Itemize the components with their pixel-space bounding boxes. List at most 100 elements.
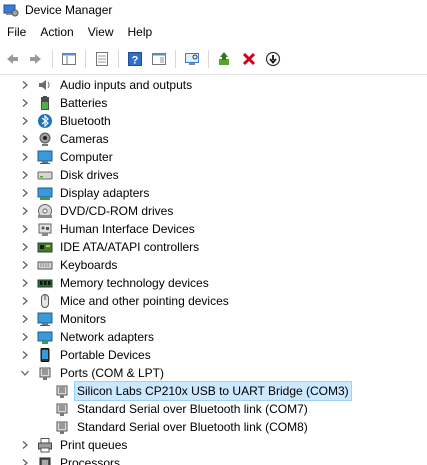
uninstall-icon[interactable] — [239, 49, 259, 69]
port-icon — [37, 365, 53, 381]
tree-item-label: Disk drives — [60, 168, 119, 182]
tree-item-label: Mice and other pointing devices — [60, 294, 229, 308]
toolbar-separator — [118, 50, 119, 68]
tree-item-label: Standard Serial over Bluetooth link (COM… — [77, 420, 308, 434]
tree-category-disk-drives[interactable]: Disk drives — [0, 166, 427, 184]
tree-category-cameras[interactable]: Cameras — [0, 130, 427, 148]
chevron-right-icon[interactable] — [19, 130, 31, 148]
tree-category-audio-inputs-and-outputs[interactable]: Audio inputs and outputs — [0, 76, 427, 94]
toolbar: ? — [0, 44, 427, 75]
tree-item-label: Audio inputs and outputs — [60, 78, 193, 92]
chevron-right-icon[interactable] — [19, 76, 31, 94]
tree-category-dvd-cd-rom-drives[interactable]: DVD/CD-ROM drives — [0, 202, 427, 220]
toolbar-separator — [175, 50, 176, 68]
svg-text:?: ? — [132, 55, 139, 67]
disable-icon[interactable] — [263, 49, 283, 69]
battery-icon — [37, 95, 53, 111]
bluetooth-icon — [37, 113, 53, 129]
tree-item-label: Monitors — [60, 312, 107, 326]
portable-device-icon — [37, 347, 53, 363]
tree-item-label: Ports (COM & LPT) — [60, 366, 165, 380]
tree-device-standard-serial-over-bluetooth-link-com7[interactable]: Standard Serial over Bluetooth link (COM… — [0, 400, 427, 418]
chevron-right-icon[interactable] — [19, 220, 31, 238]
tree-item-label: Standard Serial over Bluetooth link (COM… — [77, 402, 308, 416]
chevron-right-icon[interactable] — [19, 454, 31, 465]
tree-item-label: Print queues — [60, 438, 128, 452]
keyboard-icon — [37, 257, 53, 273]
tree-category-batteries[interactable]: Batteries — [0, 94, 427, 112]
tree-category-print-queues[interactable]: Print queues — [0, 436, 427, 454]
speaker-icon — [37, 77, 53, 93]
tree-category-keyboards[interactable]: Keyboards — [0, 256, 427, 274]
tree-category-computer[interactable]: Computer — [0, 148, 427, 166]
tree-category-network-adapters[interactable]: Network adapters — [0, 328, 427, 346]
chevron-right-icon[interactable] — [19, 436, 31, 454]
menu-bar: File Action View Help — [0, 20, 427, 44]
memory-icon — [37, 275, 53, 291]
tree-category-portable-devices[interactable]: Portable Devices — [0, 346, 427, 364]
tree-category-bluetooth[interactable]: Bluetooth — [0, 112, 427, 130]
tree-item-label: Bluetooth — [60, 114, 111, 128]
chevron-right-icon[interactable] — [19, 94, 31, 112]
printer-icon — [37, 437, 53, 453]
menu-view[interactable]: View — [81, 20, 121, 44]
tree-item-label: Display adapters — [60, 186, 150, 200]
port-icon — [54, 419, 70, 435]
window-title: Device Manager — [25, 3, 113, 17]
scan-hardware-icon[interactable] — [182, 49, 202, 69]
port-icon — [54, 401, 70, 417]
chevron-right-icon[interactable] — [19, 166, 31, 184]
properties-icon[interactable] — [92, 49, 112, 69]
properties-pane-icon[interactable] — [59, 49, 79, 69]
toolbar-separator — [52, 50, 53, 68]
help-icon[interactable]: ? — [125, 49, 145, 69]
tree-item-label: Keyboards — [60, 258, 118, 272]
tree-category-display-adapters[interactable]: Display adapters — [0, 184, 427, 202]
tree-item-label: Human Interface Devices — [60, 222, 195, 236]
chevron-right-icon[interactable] — [19, 346, 31, 364]
ide-icon — [37, 239, 53, 255]
chevron-right-icon[interactable] — [19, 274, 31, 292]
tree-category-monitors[interactable]: Monitors — [0, 310, 427, 328]
menu-file[interactable]: File — [0, 20, 33, 44]
tree-item-label: DVD/CD-ROM drives — [60, 204, 174, 218]
tree-item-label: Computer — [60, 150, 113, 164]
update-driver-icon[interactable] — [215, 49, 235, 69]
chevron-right-icon[interactable] — [19, 310, 31, 328]
tree-item-label: Silicon Labs CP210x USB to UART Bridge (… — [74, 381, 352, 401]
display-adapter-icon — [37, 185, 53, 201]
chevron-right-icon[interactable] — [19, 148, 31, 166]
chevron-right-icon[interactable] — [19, 292, 31, 310]
tree-item-label: Memory technology devices — [60, 276, 209, 290]
tree-item-label: Portable Devices — [60, 348, 151, 362]
tree-item-label: Processors — [60, 456, 121, 465]
chevron-right-icon[interactable] — [19, 256, 31, 274]
chevron-right-icon[interactable] — [19, 202, 31, 220]
menu-action[interactable]: Action — [33, 20, 80, 44]
back-icon[interactable] — [2, 49, 22, 69]
device-tree[interactable]: Audio inputs and outputs Batteries Bluetoo… — [0, 76, 427, 465]
tree-item-label: Network adapters — [60, 330, 155, 344]
device-manager-icon — [3, 2, 19, 18]
tree-category-memory-technology-devices[interactable]: Memory technology devices — [0, 274, 427, 292]
monitor-icon — [37, 149, 53, 165]
hid-icon — [37, 221, 53, 237]
console-tree-icon[interactable] — [149, 49, 169, 69]
tree-category-ide-ata-atapi-controllers[interactable]: IDE ATA/ATAPI controllers — [0, 238, 427, 256]
tree-device-silicon-labs-cp210x-usb-to-uart-bridge-com3[interactable]: Silicon Labs CP210x USB to UART Bridge (… — [0, 381, 427, 401]
chevron-right-icon[interactable] — [19, 328, 31, 346]
chevron-right-icon[interactable] — [19, 184, 31, 202]
tree-device-standard-serial-over-bluetooth-link-com8[interactable]: Standard Serial over Bluetooth link (COM… — [0, 418, 427, 436]
tree-category-processors[interactable]: Processors — [0, 454, 427, 465]
disk-icon — [37, 167, 53, 183]
tree-category-mice-and-other-pointing-devices[interactable]: Mice and other pointing devices — [0, 292, 427, 310]
toolbar-separator — [85, 50, 86, 68]
forward-icon[interactable] — [26, 49, 46, 69]
chevron-right-icon[interactable] — [19, 112, 31, 130]
tree-item-label: Batteries — [60, 96, 108, 110]
chevron-right-icon[interactable] — [19, 238, 31, 256]
tree-category-ports-com-lpt[interactable]: Ports (COM & LPT) — [0, 364, 427, 382]
tree-category-human-interface-devices[interactable]: Human Interface Devices — [0, 220, 427, 238]
chevron-down-icon[interactable] — [19, 364, 31, 382]
menu-help[interactable]: Help — [121, 20, 160, 44]
